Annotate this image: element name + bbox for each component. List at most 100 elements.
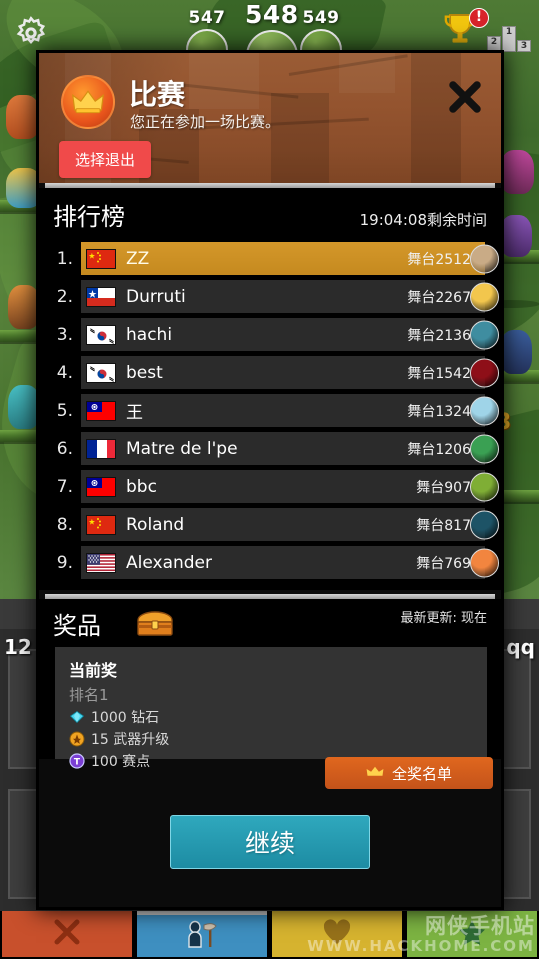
prize-item-label: 1000 钻石 bbox=[91, 710, 160, 726]
background-score-right: qq bbox=[506, 635, 535, 659]
leaderboard-row[interactable]: 7. bbc 舞台907 bbox=[51, 470, 499, 503]
player-score: 舞台1206 bbox=[407, 441, 471, 458]
crown-icon bbox=[366, 765, 384, 782]
podium-place-3: 3 bbox=[517, 40, 531, 52]
star-icon bbox=[457, 917, 487, 951]
avatar bbox=[470, 358, 499, 387]
leaderboard-rank: 2. bbox=[56, 286, 73, 307]
nav-tab-shop[interactable] bbox=[272, 911, 402, 957]
player-name: best bbox=[126, 362, 163, 383]
leaderboard-row[interactable]: 3. hachi 舞台2136 bbox=[51, 318, 499, 351]
podium-icon[interactable]: 2 1 3 bbox=[487, 22, 531, 52]
leaderboard-row-body[interactable]: Matre de l'pe 舞台1206 bbox=[81, 432, 499, 465]
player-score: 舞台2136 bbox=[407, 327, 471, 344]
full-prize-list-button[interactable]: 全奖名单 bbox=[325, 757, 493, 789]
current-prize-rank: 排名1 bbox=[69, 686, 109, 704]
leaderboard-row[interactable]: 4. best 舞台1542 bbox=[51, 356, 499, 389]
leaderboard-rows: 1. ZZ 舞台2512 2. Durruti 舞台2267 3. hachi 舞台2136 4.… bbox=[39, 242, 501, 579]
leaderboard-section: 排行榜 19:04:08剩余时间 1. ZZ 舞台2512 2. Durruti 舞台22… bbox=[39, 188, 501, 590]
leaderboard-rank: 4. bbox=[56, 362, 73, 383]
leaderboard-rank: 8. bbox=[56, 514, 73, 535]
player-name: hachi bbox=[126, 324, 173, 345]
avatar bbox=[470, 548, 499, 577]
leaderboard-row-body[interactable]: Durruti 舞台2267 bbox=[81, 280, 499, 313]
leaderboard-timer: 19:04:08剩余时间 bbox=[359, 211, 487, 229]
continue-button[interactable]: 继续 bbox=[170, 815, 370, 869]
leaderboard-rank: 9. bbox=[56, 552, 73, 573]
flag-icon-cn bbox=[86, 248, 116, 269]
player-score: 舞台817 bbox=[416, 517, 471, 534]
leaderboard-row[interactable]: 8. Roland 舞台817 bbox=[51, 508, 499, 541]
player-name: Durruti bbox=[126, 286, 186, 307]
prize-item-label: 15 武器升级 bbox=[91, 732, 170, 748]
player-score: 舞台1324 bbox=[407, 403, 471, 420]
leaderboard-rank: 5. bbox=[56, 400, 73, 421]
character-sprite bbox=[500, 330, 532, 374]
leaderboard-row-body[interactable]: 王 舞台1324 bbox=[81, 394, 499, 427]
level-number: 548 bbox=[245, 0, 299, 29]
leaderboard-row[interactable]: 5. 王 舞台1324 bbox=[51, 394, 499, 427]
current-prize-card: 当前奖 排名1 1000 钻石 15 武器升级 T 100 赛点 bbox=[55, 647, 487, 770]
leaderboard-row[interactable]: 6. Matre de l'pe 舞台1206 bbox=[51, 432, 499, 465]
prize-item-label: 100 赛点 bbox=[91, 754, 151, 770]
leaderboard-row-body[interactable]: bbc 舞台907 bbox=[81, 470, 499, 503]
character-sprite bbox=[500, 215, 532, 257]
avatar bbox=[470, 320, 499, 349]
crossed-swords-icon bbox=[52, 917, 82, 951]
podium-place-1: 1 bbox=[502, 26, 516, 52]
avatar bbox=[470, 510, 499, 539]
page-title: 比赛 bbox=[129, 78, 186, 111]
leaderboard-row-body[interactable]: ZZ 舞台2512 bbox=[81, 242, 499, 275]
prizes-title: 奖品 bbox=[53, 611, 101, 640]
nav-tab-character[interactable] bbox=[137, 911, 267, 957]
modal-subtitle: 您正在参加一场比赛。 bbox=[130, 113, 281, 131]
leaderboard-row[interactable]: 2. Durruti 舞台2267 bbox=[51, 280, 499, 313]
player-name: Alexander bbox=[126, 552, 213, 573]
player-score: 舞台2512 bbox=[407, 251, 471, 268]
player-score: 舞台1542 bbox=[407, 365, 471, 382]
heart-icon bbox=[322, 918, 352, 950]
flag-icon-cn bbox=[86, 514, 116, 535]
opt-out-button[interactable]: 选择退出 bbox=[59, 141, 152, 178]
gear-icon[interactable] bbox=[14, 16, 48, 50]
leaderboard-rank: 6. bbox=[56, 438, 73, 459]
avatar bbox=[470, 472, 499, 501]
close-icon[interactable] bbox=[447, 79, 483, 115]
leaderboard-row-body[interactable]: Alexander 舞台769 bbox=[81, 546, 499, 579]
player-name: 王 bbox=[126, 403, 143, 423]
leaderboard-header: 排行榜 19:04:08剩余时间 bbox=[39, 188, 501, 242]
leaderboard-title: 排行榜 bbox=[53, 203, 125, 231]
top-hud: 547 548 549 ! 2 1 3 bbox=[0, 0, 539, 82]
leaderboard-rank: 3. bbox=[56, 324, 73, 345]
full-prize-list-label: 全奖名单 bbox=[391, 765, 452, 783]
leaderboard-row[interactable]: 1. ZZ 舞台2512 bbox=[51, 242, 499, 275]
weapon-upgrade-icon bbox=[69, 731, 85, 747]
modal-header: 比赛 您正在参加一场比赛。 选择退出 bbox=[39, 53, 501, 183]
leaderboard-rank: 7. bbox=[56, 476, 73, 497]
avatar bbox=[470, 396, 499, 425]
nav-tab-quests[interactable] bbox=[407, 911, 537, 957]
prizes-updated-label: 最新更新: 现在 bbox=[400, 611, 487, 626]
bottom-nav bbox=[0, 911, 539, 959]
level-number: 547 bbox=[188, 8, 226, 28]
svg-text:T: T bbox=[74, 758, 81, 768]
character-sprite bbox=[6, 95, 40, 139]
player-name: bbc bbox=[126, 476, 157, 497]
flag-icon-kr bbox=[86, 362, 116, 383]
flag-icon-tw bbox=[86, 400, 116, 421]
leaderboard-row[interactable]: 9. Alexander 舞台769 bbox=[51, 546, 499, 579]
leaderboard-row-body[interactable]: best 舞台1542 bbox=[81, 356, 499, 389]
flag-icon-tw bbox=[86, 476, 116, 497]
level-number: 549 bbox=[302, 8, 340, 28]
prizes-section: 奖品 最新更新: 现在 当前奖 排名1 1000 钻石 15 武器升级 T 100 赛… bbox=[39, 599, 501, 770]
prizes-header: 奖品 最新更新: 现在 bbox=[39, 599, 501, 643]
avatar bbox=[470, 244, 499, 273]
nav-tab-battle[interactable] bbox=[2, 911, 132, 957]
leaderboard-rank: 1. bbox=[56, 248, 73, 269]
leaderboard-row-body[interactable]: Roland 舞台817 bbox=[81, 508, 499, 541]
player-score: 舞台769 bbox=[416, 555, 471, 572]
player-name: Roland bbox=[126, 514, 185, 535]
treasure-chest-icon bbox=[135, 608, 175, 638]
trophy-notification-badge: ! bbox=[469, 8, 489, 28]
leaderboard-row-body[interactable]: hachi 舞台2136 bbox=[81, 318, 499, 351]
